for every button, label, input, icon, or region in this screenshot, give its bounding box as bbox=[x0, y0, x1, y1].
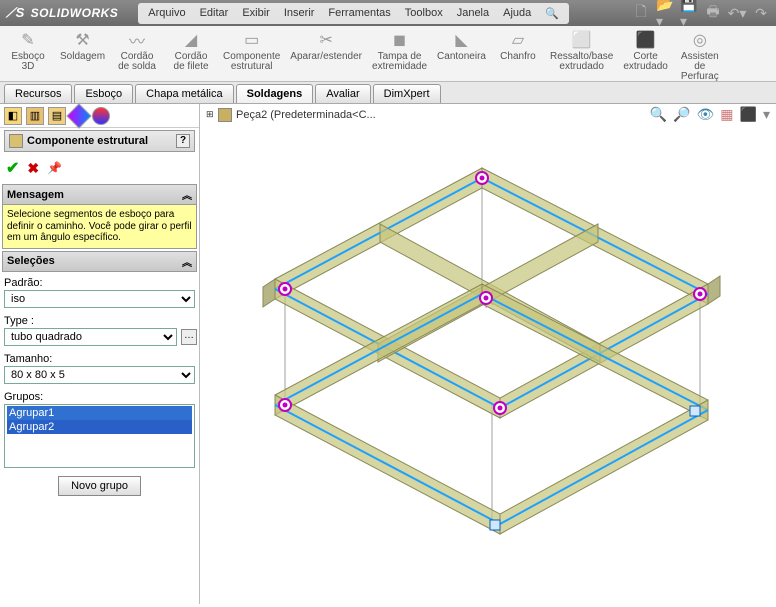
message-body: Selecione segmentos de esboço para defin… bbox=[2, 205, 197, 249]
tab-dimxpert[interactable]: DimXpert bbox=[373, 84, 441, 103]
tamanho-label: Tamanho: bbox=[4, 353, 197, 365]
search-icon[interactable]: 🔍 bbox=[539, 5, 565, 22]
pm-title-text: Componente estrutural bbox=[27, 135, 148, 147]
quick-access-toolbar: 🗋 📂▾ 💾▾ 🖶 ↶▾ ↷ bbox=[632, 4, 770, 22]
tab-soldagens[interactable]: Soldagens bbox=[236, 84, 314, 103]
menu-ferramentas[interactable]: Ferramentas bbox=[322, 5, 396, 21]
model-scene bbox=[200, 104, 776, 604]
selections-header[interactable]: Seleções︽ bbox=[2, 251, 197, 272]
fm-tab-property[interactable]: ▥ bbox=[26, 107, 44, 125]
list-item[interactable]: Agrupar1 bbox=[7, 406, 192, 420]
ribbon-hole-wizard[interactable]: ◎Assisten de Perfuraç bbox=[678, 30, 722, 82]
novo-grupo-button[interactable]: Novo grupo bbox=[58, 476, 141, 496]
title-bar: ⟋S SOLIDWORKS Arquivo Editar Exibir Inse… bbox=[0, 0, 776, 26]
tab-chapa[interactable]: Chapa metálica bbox=[135, 84, 233, 103]
fm-tab-display[interactable] bbox=[92, 107, 110, 125]
pm-ok-cancel: ✔ ✖ 📌 bbox=[0, 154, 199, 182]
menu-janela[interactable]: Janela bbox=[451, 5, 495, 21]
grupos-label: Grupos: bbox=[4, 391, 197, 403]
type-label: Type : bbox=[4, 315, 197, 327]
ribbon-extrude-cut[interactable]: ⬛Corte extrudado bbox=[623, 30, 667, 72]
menu-arquivo[interactable]: Arquivo bbox=[142, 5, 191, 21]
graphics-area[interactable]: ⊞ Peça2 (Predeterminada<C... 🔍 🔎 👁 ▦ ⬛ ▾ bbox=[200, 104, 776, 604]
ribbon-esboco3d[interactable]: ✎Esboço 3D bbox=[6, 30, 50, 72]
endcap-icon: ◼ bbox=[390, 30, 410, 50]
hole-icon: ◎ bbox=[690, 30, 710, 50]
open-icon[interactable]: 📂▾ bbox=[656, 4, 674, 22]
ribbon-cordao-solda[interactable]: 〰Cordão de solda bbox=[115, 30, 159, 72]
fm-tab-icons: ◧ ▥ ▤ bbox=[0, 104, 199, 128]
browse-type-button[interactable]: … bbox=[181, 329, 197, 345]
tab-avaliar[interactable]: Avaliar bbox=[315, 84, 370, 103]
undo-icon[interactable]: ↶▾ bbox=[728, 4, 746, 22]
help-icon[interactable]: ? bbox=[176, 134, 190, 148]
fillet-bead-icon: ◢ bbox=[181, 30, 201, 50]
list-item[interactable]: Agrupar2 bbox=[7, 420, 192, 434]
save-icon[interactable]: 💾▾ bbox=[680, 4, 698, 22]
menu-ajuda[interactable]: Ajuda bbox=[497, 5, 537, 21]
ribbon-cordao-filete[interactable]: ◢Cordão de filete bbox=[169, 30, 213, 72]
app-logo: ⟋S SOLIDWORKS bbox=[6, 5, 118, 21]
main-area: ◧ ▥ ▤ Componente estrutural ? ✔ ✖ 📌 Mens… bbox=[0, 104, 776, 604]
tab-recursos[interactable]: Recursos bbox=[4, 84, 72, 103]
menu-editar[interactable]: Editar bbox=[194, 5, 235, 21]
cut-icon: ⬛ bbox=[636, 30, 656, 50]
ribbon-soldagem[interactable]: ⚒Soldagem bbox=[60, 30, 105, 62]
chevron-up-icon: ︽ bbox=[182, 254, 192, 269]
padrao-label: Padrão: bbox=[4, 277, 197, 289]
menu-exibir[interactable]: Exibir bbox=[236, 5, 276, 21]
structural-member-icon bbox=[9, 134, 23, 148]
pushpin-icon[interactable]: 📌 bbox=[47, 161, 62, 175]
redo-icon[interactable]: ↷ bbox=[752, 4, 770, 22]
chamfer-icon: ▱ bbox=[508, 30, 528, 50]
message-header[interactable]: Mensagem︽ bbox=[2, 184, 197, 205]
menu-bar: Arquivo Editar Exibir Inserir Ferramenta… bbox=[138, 3, 569, 24]
trim-icon: ✂ bbox=[316, 30, 336, 50]
menu-inserir[interactable]: Inserir bbox=[278, 5, 321, 21]
ok-icon[interactable]: ✔ bbox=[6, 158, 19, 178]
structural-icon: ▭ bbox=[242, 30, 262, 50]
cancel-icon[interactable]: ✖ bbox=[27, 160, 39, 177]
sketch3d-icon: ✎ bbox=[18, 30, 38, 50]
weld-icon: ⚒ bbox=[73, 30, 93, 50]
grupos-list[interactable]: Agrupar1 Agrupar2 bbox=[4, 404, 195, 468]
menu-toolbox[interactable]: Toolbox bbox=[399, 5, 449, 21]
chevron-up-icon: ︽ bbox=[182, 187, 192, 202]
type-select[interactable]: tubo quadrado bbox=[4, 328, 177, 346]
tab-esboco[interactable]: Esboço bbox=[74, 84, 133, 103]
tamanho-select[interactable]: 80 x 80 x 5 bbox=[4, 366, 195, 384]
print-icon[interactable]: 🖶 bbox=[704, 4, 722, 22]
bead-icon: 〰 bbox=[127, 30, 147, 50]
command-tabs: Recursos Esboço Chapa metálica Soldagens… bbox=[0, 82, 776, 104]
ribbon-chanfro[interactable]: ▱Chanfro bbox=[496, 30, 540, 62]
gusset-icon: ◣ bbox=[452, 30, 472, 50]
ribbon: ✎Esboço 3D ⚒Soldagem 〰Cordão de solda ◢C… bbox=[0, 26, 776, 82]
pm-title: Componente estrutural ? bbox=[4, 130, 195, 152]
extrude-icon: ⬜ bbox=[572, 30, 592, 50]
padrao-select[interactable]: iso bbox=[4, 290, 195, 308]
property-manager: ◧ ▥ ▤ Componente estrutural ? ✔ ✖ 📌 Mens… bbox=[0, 104, 200, 604]
fm-tab-feature[interactable]: ◧ bbox=[4, 107, 22, 125]
ribbon-cantoneira[interactable]: ◣Cantoneira bbox=[437, 30, 486, 62]
ribbon-tampa[interactable]: ◼Tampa de extremidade bbox=[372, 30, 427, 72]
fm-tab-config[interactable]: ▤ bbox=[48, 107, 66, 125]
fm-tab-dimx[interactable] bbox=[66, 103, 91, 128]
new-doc-icon[interactable]: 🗋 bbox=[632, 4, 650, 22]
ribbon-aparar[interactable]: ✂Aparar/estender bbox=[290, 30, 362, 62]
ribbon-extrude-boss[interactable]: ⬜Ressalto/base extrudado bbox=[550, 30, 613, 72]
ribbon-componente-estrutural[interactable]: ▭Componente estrutural bbox=[223, 30, 280, 72]
